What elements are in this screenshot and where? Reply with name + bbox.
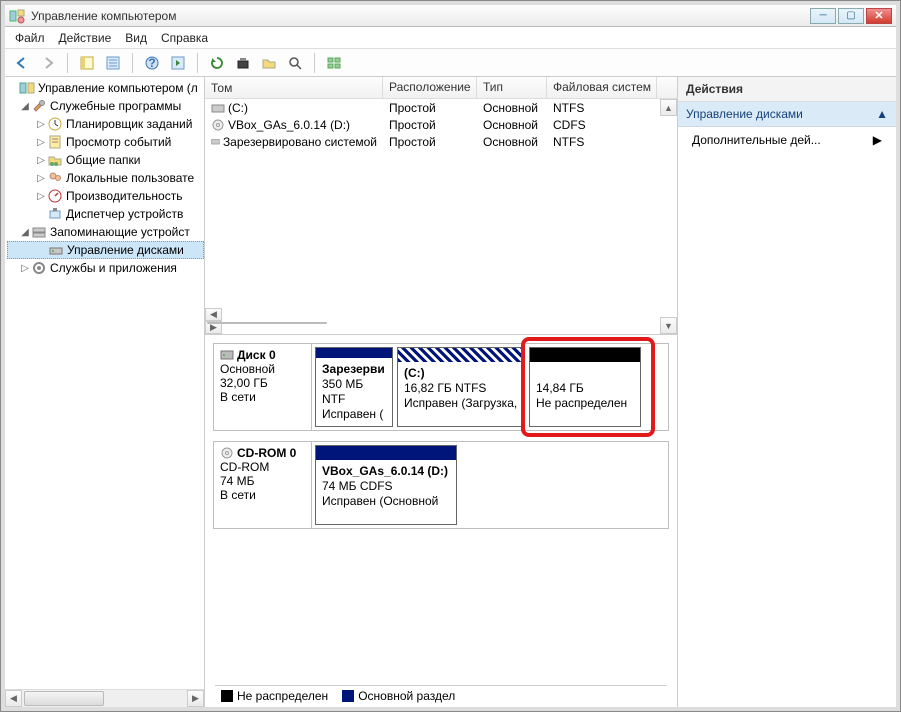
menubar: Файл Действие Вид Справка — [5, 27, 896, 49]
volume-row[interactable]: VBox_GAs_6.0.14 (D:) Простой Основной CD… — [205, 116, 677, 133]
actions-section[interactable]: Управление дисками ▲ — [678, 102, 896, 127]
collapse-icon[interactable]: ◢ — [19, 101, 31, 112]
volume-row[interactable]: (C:) Простой Основной NTFS — [205, 99, 677, 116]
properties-button[interactable] — [102, 52, 124, 74]
tree-device-manager[interactable]: Диспетчер устройств — [66, 207, 183, 221]
tree-performance[interactable]: Производительность — [66, 189, 182, 203]
show-hide-tree-button[interactable] — [76, 52, 98, 74]
volume-hscrollbar[interactable]: ◀ ▶ — [205, 308, 660, 334]
device-manager-icon — [47, 206, 63, 222]
disk-info[interactable]: Диск 0 Основной 32,00 ГБ В сети — [214, 344, 312, 430]
partition-d[interactable]: VBox_GAs_6.0.14 (D:)74 МБ CDFSИсправен (… — [315, 445, 457, 525]
computer-icon — [19, 80, 35, 96]
volume-row[interactable]: Зарезервировано системой Простой Основно… — [205, 133, 677, 150]
vscroll-down[interactable]: ▼ — [660, 317, 677, 334]
maximize-button[interactable]: ▢ — [838, 8, 864, 24]
open-icon[interactable] — [258, 52, 280, 74]
clock-icon — [47, 116, 63, 132]
expand-icon[interactable]: ▷ — [35, 155, 47, 166]
minimize-button[interactable]: ─ — [810, 8, 836, 24]
col-fs[interactable]: Файловая систем — [547, 77, 657, 98]
event-icon — [47, 134, 63, 150]
menu-file[interactable]: Файл — [15, 31, 45, 45]
menu-action[interactable]: Действие — [59, 31, 112, 45]
disk-graphical-view: Диск 0 Основной 32,00 ГБ В сети Зарезерв… — [205, 335, 677, 707]
storage-icon — [31, 224, 47, 240]
volume-icon — [211, 135, 220, 149]
close-button[interactable]: ✕ — [866, 8, 892, 24]
disk-mgmt-icon — [48, 242, 64, 258]
col-volume[interactable]: Том — [205, 77, 383, 98]
action-list-button[interactable] — [167, 52, 189, 74]
expand-icon[interactable]: ▷ — [35, 191, 47, 202]
tree-root[interactable]: Управление компьютером (л — [38, 81, 198, 95]
tree-system-tools[interactable]: Служебные программы — [50, 99, 181, 113]
col-layout[interactable]: Расположение — [383, 77, 477, 98]
tree-task-scheduler[interactable]: Планировщик заданий — [66, 117, 192, 131]
find-icon[interactable] — [284, 52, 306, 74]
partition-c[interactable]: (C:)16,82 ГБ NTFSИсправен (Загрузка, — [397, 347, 525, 427]
titlebar: Управление компьютером ─ ▢ ✕ — [5, 5, 896, 27]
partition-system-reserved[interactable]: Зарезерви350 МБ NTFИсправен ( — [315, 347, 393, 427]
content-pane: Том Расположение Тип Файловая систем (C:… — [205, 77, 678, 707]
help-button[interactable]: ? — [141, 52, 163, 74]
collapse-icon[interactable]: ▲ — [876, 107, 888, 121]
tree-event-viewer[interactable]: Просмотр событий — [66, 135, 171, 149]
legend: Не распределен Основной раздел — [215, 685, 667, 705]
actions-header: Действия — [678, 77, 896, 102]
tree-services[interactable]: Службы и приложения — [50, 261, 177, 275]
forward-button[interactable] — [37, 52, 59, 74]
disk-row: Диск 0 Основной 32,00 ГБ В сети Зарезерв… — [213, 343, 669, 431]
hdd-icon — [220, 348, 234, 362]
actions-more[interactable]: Дополнительные дей... ▶ — [678, 127, 896, 153]
window-title: Управление компьютером — [31, 9, 810, 23]
shared-folder-icon — [47, 152, 63, 168]
legend-swatch-unallocated — [221, 690, 233, 702]
tree-local-users[interactable]: Локальные пользовате — [66, 171, 194, 185]
back-button[interactable] — [11, 52, 33, 74]
actions-pane: Действия Управление дисками ▲ Дополнител… — [678, 77, 896, 707]
toolbar: ? — [5, 49, 896, 77]
performance-icon — [47, 188, 63, 204]
tree-pane: Управление компьютером (л ◢ Служебные про… — [5, 77, 205, 707]
disk-info[interactable]: CD-ROM 0 CD-ROM 74 МБ В сети — [214, 442, 312, 528]
settings-icon[interactable] — [232, 52, 254, 74]
users-icon — [47, 170, 63, 186]
volume-icon — [211, 101, 225, 115]
menu-view[interactable]: Вид — [125, 31, 147, 45]
expand-icon[interactable]: ▷ — [35, 137, 47, 148]
cd-icon — [211, 118, 225, 132]
refresh-button[interactable] — [206, 52, 228, 74]
cdrom-icon — [220, 446, 234, 460]
expand-icon[interactable]: ▷ — [19, 263, 31, 274]
col-type[interactable]: Тип — [477, 77, 547, 98]
volume-list-header: Том Расположение Тип Файловая систем — [205, 77, 677, 99]
partition-unallocated[interactable]: 14,84 ГБНе распределен — [529, 347, 641, 427]
expand-icon[interactable]: ▷ — [35, 173, 47, 184]
expand-icon[interactable]: ▷ — [35, 119, 47, 130]
tree-disk-management[interactable]: Управление дисками — [67, 243, 184, 257]
svg-text:?: ? — [148, 56, 155, 70]
view-mode-button[interactable] — [323, 52, 345, 74]
collapse-icon[interactable]: ◢ — [19, 227, 31, 238]
tree-hscrollbar[interactable]: ◀ ▶ — [5, 689, 204, 707]
vscroll-up[interactable]: ▲ — [660, 99, 677, 116]
legend-swatch-primary — [342, 690, 354, 702]
tree-storage[interactable]: Запоминающие устройст — [50, 225, 190, 239]
disk-row: CD-ROM 0 CD-ROM 74 МБ В сети VBox_GAs_6.… — [213, 441, 669, 529]
menu-help[interactable]: Справка — [161, 31, 208, 45]
chevron-right-icon: ▶ — [873, 133, 882, 147]
services-icon — [31, 260, 47, 276]
volume-list: Том Расположение Тип Файловая систем (C:… — [205, 77, 677, 335]
tools-icon — [31, 98, 47, 114]
app-icon — [9, 8, 25, 24]
tree-shared-folders[interactable]: Общие папки — [66, 153, 140, 167]
